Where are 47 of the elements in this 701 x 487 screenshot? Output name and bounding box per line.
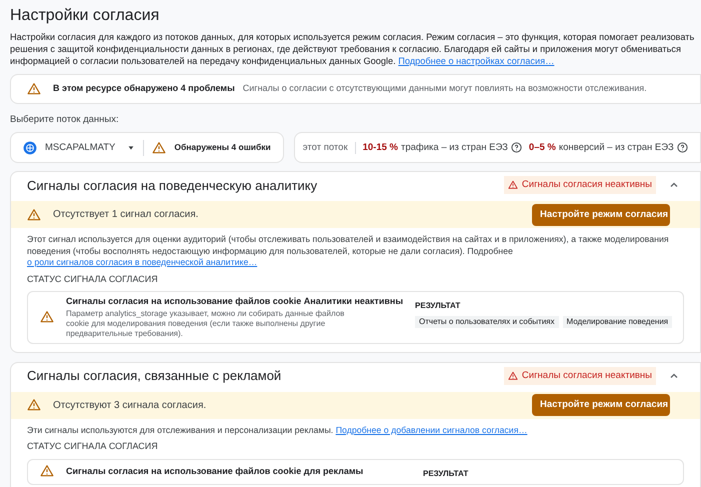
status-badge: Сигналы согласия неактивны (504, 176, 656, 194)
issues-text: Сигналы о согласии с отсутствующими данными могут повлиять на возможности отслеживания. (242, 82, 647, 96)
signal-description: Параметр analytics_storage указывает, можно ли собирать данные файлов cookie для моделирования поведения (если также выполнены другие предварительные требования). (66, 308, 346, 339)
signal-title: Сигналы согласия на использование файлов cookie Аналитики неактивны (66, 295, 404, 308)
section-title: Сигналы согласия на поведенческую аналитику (27, 176, 318, 195)
warning-icon (27, 398, 41, 412)
stats-label: этот поток (302, 140, 348, 155)
issues-title: В этом ресурсе обнаружено 4 проблемы (53, 82, 235, 96)
alert-text: Отсутствуют 3 сигнала согласия. (53, 398, 208, 413)
traffic-text: трафика – из стран ЕЭЗ (401, 140, 508, 155)
warning-icon (508, 180, 518, 190)
help-icon[interactable] (676, 142, 688, 154)
alert-text: Отсутствует 1 сигнал согласия. (53, 208, 200, 222)
section-title: Сигналы согласия, связанные с рекламой (27, 367, 282, 385)
warning-icon (508, 370, 518, 381)
signal-title: Сигналы согласия на использование файлов cookie для рекламы (66, 464, 364, 478)
warning-icon (27, 82, 41, 96)
globe-icon (23, 140, 37, 155)
result-label: РЕЗУЛЬТАТ (423, 468, 468, 480)
learn-more-link[interactable]: Подробнее о добавлении сигналов согласия… (336, 424, 528, 435)
page-title: Настройки согласия (10, 6, 160, 26)
status-heading: СТАТУС СИГНАЛА СОГЛАСИЯ (27, 272, 159, 286)
configure-button[interactable]: Настройте режим согласия (532, 394, 670, 416)
learn-more-link[interactable]: Подробнее о настройках согласия… (398, 56, 554, 66)
conversions-value: 0–5 % (528, 140, 556, 155)
learn-more-link[interactable]: о роли сигналов согласия в поведенческой аналитике… (27, 257, 258, 268)
section-description: Этот сигнал используется для оценки аудиторий (чтобы отслеживать пользователей и взаимодействия на сайтах и в приложениях), а также моделирования поведения (чтобы восполнять недостающую информацию для пользователей, которые не дали согласия). Подробнее о роли сигналов согласия в поведенческой аналитике… (27, 234, 670, 269)
errors-text: Обнаружены 4 ошибки (174, 141, 271, 154)
stream-name: MSCAPALMATY (45, 140, 116, 155)
stream-selector[interactable]: MSCAPALMATY Обнаружены 4 ошибки (10, 132, 284, 164)
result-label: РЕЗУЛЬТАТ (415, 300, 462, 312)
warning-icon (40, 310, 54, 324)
traffic-value: 10-15 % (362, 140, 398, 155)
configure-button[interactable]: Настройте режим согласия (532, 204, 670, 226)
warning-icon (152, 140, 166, 155)
warning-icon (40, 464, 54, 478)
stream-label: Выберите поток данных: (10, 113, 120, 127)
status-badge: Сигналы согласия неактивны (504, 366, 656, 385)
section-description: Эти сигналы используются для отслеживания и персонализации рекламы. Подробнее о добавлении сигналов согласия… (27, 424, 528, 436)
intro-text: Настройки согласия для каждого из потоков данных, для которых используется режим согласия. Режим согласия – это функция, которая помогает реализовать решения с защитой конфиденциальности данных в регионах, где действуют требования к согласию. Благодаря ей сайты и приложения могут обмениваться информацией о согласии пользователей на передачу конфиденциальных данных Google. Подробнее о настройках согласия… (10, 31, 696, 67)
status-heading: СТАТУС СИГНАЛА СОГЛАСИЯ (27, 440, 159, 454)
result-chip: Моделирование поведения (562, 316, 672, 328)
help-icon[interactable] (510, 142, 522, 154)
warning-icon (27, 208, 41, 222)
conversions-text: конверсий – из стран ЕЭЗ (558, 140, 674, 155)
dropdown-icon (127, 144, 136, 152)
result-chip: Отчеты о пользователях и событиях (415, 316, 558, 328)
